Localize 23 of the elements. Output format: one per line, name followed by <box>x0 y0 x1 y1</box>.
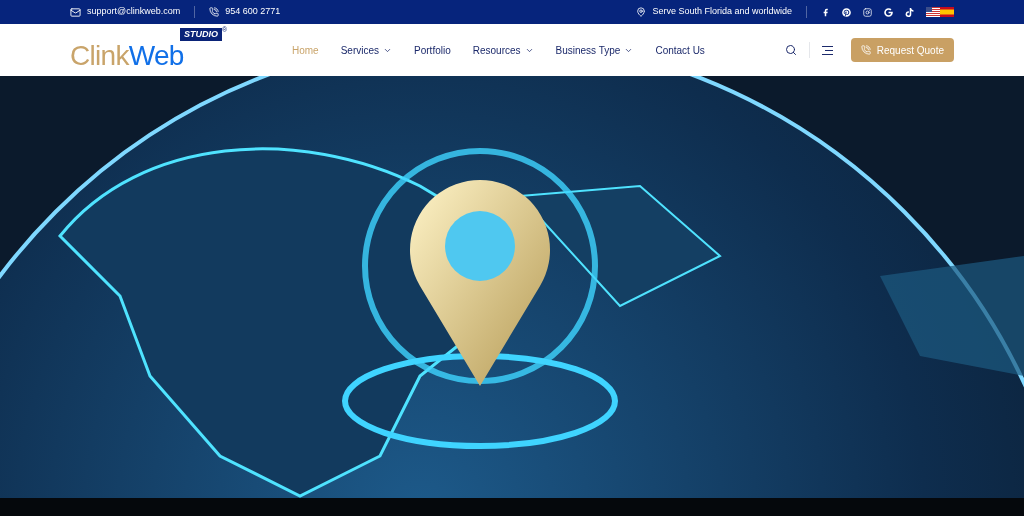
mail-icon <box>70 6 81 18</box>
email-link[interactable]: support@clinkweb.com <box>87 5 181 19</box>
facebook-icon[interactable] <box>821 7 830 17</box>
logo-text[interactable]: ClinkWeb <box>70 42 184 70</box>
phone-icon <box>209 7 220 17</box>
phone-link[interactable]: 954 600 2771 <box>225 5 281 19</box>
menu-icon[interactable] <box>821 45 833 55</box>
spain-flag-icon[interactable] <box>940 7 954 17</box>
nav-link[interactable]: Business Type <box>555 42 634 58</box>
pinterest-icon[interactable] <box>842 7 851 17</box>
nav-link[interactable]: Portfolio <box>414 42 451 58</box>
phone-icon <box>860 45 871 55</box>
tiktok-icon[interactable] <box>905 7 914 17</box>
nav-link[interactable]: Resources <box>472 42 534 58</box>
instagram-icon[interactable] <box>863 7 872 17</box>
nav-link[interactable]: Services <box>340 42 393 58</box>
nav-link[interactable]: Contact Us <box>655 42 705 58</box>
location-icon <box>636 7 647 17</box>
location-text: Serve South Florida and worldwide <box>652 5 792 19</box>
us-flag-icon[interactable] <box>926 7 940 17</box>
search-icon[interactable] <box>784 44 797 56</box>
google-icon[interactable] <box>884 7 893 17</box>
logo-badge: STUDIO <box>180 28 222 41</box>
